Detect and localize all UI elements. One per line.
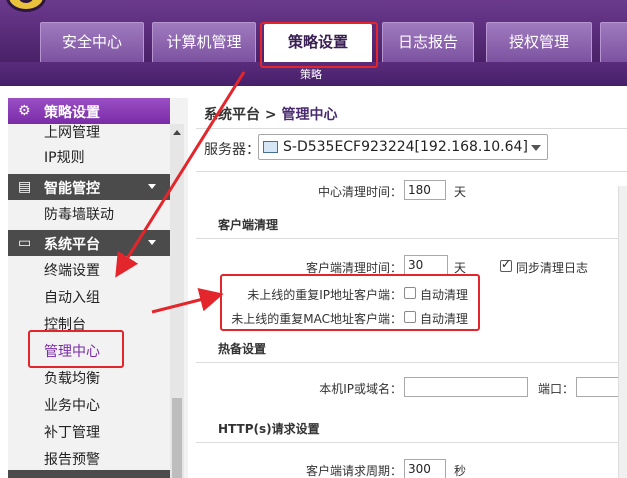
scroll-up-icon[interactable] xyxy=(173,130,181,135)
tab-license-management[interactable]: 授权管理 xyxy=(486,22,592,62)
sidebar-footer xyxy=(8,470,170,478)
divider xyxy=(196,362,627,363)
sidebar-group-label: 系统平台 xyxy=(44,237,100,253)
divider xyxy=(196,171,627,172)
dup-mac-auto-clean-checkbox[interactable] xyxy=(404,311,416,323)
sidebar-item-terminal-settings[interactable]: 终端设置 xyxy=(44,260,100,282)
center-cleanup-unit: 天 xyxy=(454,185,467,199)
chevron-down-icon xyxy=(148,184,156,189)
dup-ip-client-label: 未上线的重复IP地址客户端： xyxy=(247,288,402,302)
breadcrumb-separator: > xyxy=(264,107,277,123)
sidebar-scrollbar[interactable] xyxy=(170,124,184,478)
tab-log-report[interactable]: 日志报告 xyxy=(382,22,474,62)
sidebar-item-report-alert[interactable]: 报告预警 xyxy=(44,449,100,471)
server-icon xyxy=(263,141,278,153)
hot-standby-section-title: 热备设置 xyxy=(218,342,267,356)
client-request-period-input[interactable]: 300 xyxy=(404,459,446,478)
tab-computer-management[interactable]: 计算机管理 xyxy=(152,22,256,62)
subtab-policy[interactable]: 策略 xyxy=(300,66,322,82)
server-select[interactable]: S-D535ECF923224[192.168.10.64] xyxy=(258,134,548,160)
port-label: 端口： xyxy=(537,382,574,396)
port-input[interactable] xyxy=(576,377,620,397)
divider xyxy=(196,442,627,443)
tab-policy-settings[interactable]: 策略设置 xyxy=(264,24,372,62)
dup-mac-auto-clean-label: 自动清理 xyxy=(420,312,469,326)
breadcrumb: 系统平台 > 管理中心 xyxy=(204,104,337,124)
dup-ip-auto-clean-checkbox[interactable] xyxy=(404,287,416,299)
sidebar: ⚙ 策略设置 上网管理 IP规则 ▤ 智能管控 防毒墙联动 ▭ 系统平台 终端设… xyxy=(8,98,188,478)
sidebar-item-firewall-linkage[interactable]: 防毒墙联动 xyxy=(44,204,114,226)
sidebar-item-auto-group[interactable]: 自动入组 xyxy=(44,287,100,309)
server-select-value: S-D535ECF923224[192.168.10.64] xyxy=(283,139,528,155)
main-content: 系统平台 > 管理中心 服务器： S-D535ECF923224[192.168… xyxy=(196,98,627,478)
sidebar-item-patch-management[interactable]: 补丁管理 xyxy=(44,422,100,444)
main-scrollbar[interactable] xyxy=(618,186,627,478)
sidebar-group-policy-settings[interactable]: ⚙ 策略设置 xyxy=(8,98,170,124)
server-label: 服务器： xyxy=(204,142,260,158)
chevron-down-icon[interactable] xyxy=(531,145,541,151)
http-section-title: HTTP(s)请求设置 xyxy=(218,422,320,436)
divider xyxy=(196,128,627,129)
gear-icon: ⚙ xyxy=(18,103,31,119)
client-cleanup-time-input[interactable]: 30 xyxy=(404,255,448,275)
control-panel-icon: ▤ xyxy=(18,179,32,195)
sidebar-group-label: 策略设置 xyxy=(44,105,100,121)
sidebar-item-web-management[interactable]: 上网管理 xyxy=(44,122,100,144)
sidebar-group-smart-control[interactable]: ▤ 智能管控 xyxy=(8,174,170,200)
center-cleanup-label: 中心清理时间： xyxy=(317,185,402,199)
sidebar-group-label: 智能管控 xyxy=(44,181,100,197)
client-request-period-label: 客户端请求周期： xyxy=(305,464,402,478)
sync-cleanup-log-label: 同步清理日志 xyxy=(516,261,589,275)
divider xyxy=(196,238,627,239)
sidebar-item-management-center[interactable]: 管理中心 xyxy=(44,341,100,363)
sidebar-item-business-center[interactable]: 业务中心 xyxy=(44,395,100,417)
client-cleanup-unit: 天 xyxy=(454,261,467,275)
center-cleanup-input[interactable]: 180 xyxy=(404,180,446,200)
local-ip-input[interactable] xyxy=(404,377,528,397)
app-logo xyxy=(6,0,46,12)
dup-mac-client-label: 未上线的重复MAC地址客户端： xyxy=(231,312,402,326)
scrollbar-thumb[interactable] xyxy=(172,398,182,478)
sidebar-item-load-balancing[interactable]: 负载均衡 xyxy=(44,368,100,390)
client-cleanup-time-label: 客户端清理时间： xyxy=(305,261,402,275)
sidebar-group-system-platform[interactable]: ▭ 系统平台 xyxy=(8,230,170,256)
tab-security-center[interactable]: 安全中心 xyxy=(40,22,144,62)
sync-cleanup-log-checkbox[interactable] xyxy=(500,257,512,272)
breadcrumb-current: 管理中心 xyxy=(281,107,338,123)
local-ip-label: 本机IP或域名： xyxy=(319,382,402,396)
monitor-icon: ▭ xyxy=(18,235,32,251)
chevron-down-icon xyxy=(148,240,156,245)
tab-overflow[interactable] xyxy=(600,22,627,62)
client-request-period-unit: 秒 xyxy=(454,464,467,478)
dup-ip-auto-clean-label: 自动清理 xyxy=(420,288,469,302)
client-cleanup-section-title: 客户端清理 xyxy=(218,218,279,232)
sidebar-item-console[interactable]: 控制台 xyxy=(44,314,86,336)
breadcrumb-root[interactable]: 系统平台 xyxy=(204,107,260,123)
sidebar-item-ip-rules[interactable]: IP规则 xyxy=(44,147,85,169)
